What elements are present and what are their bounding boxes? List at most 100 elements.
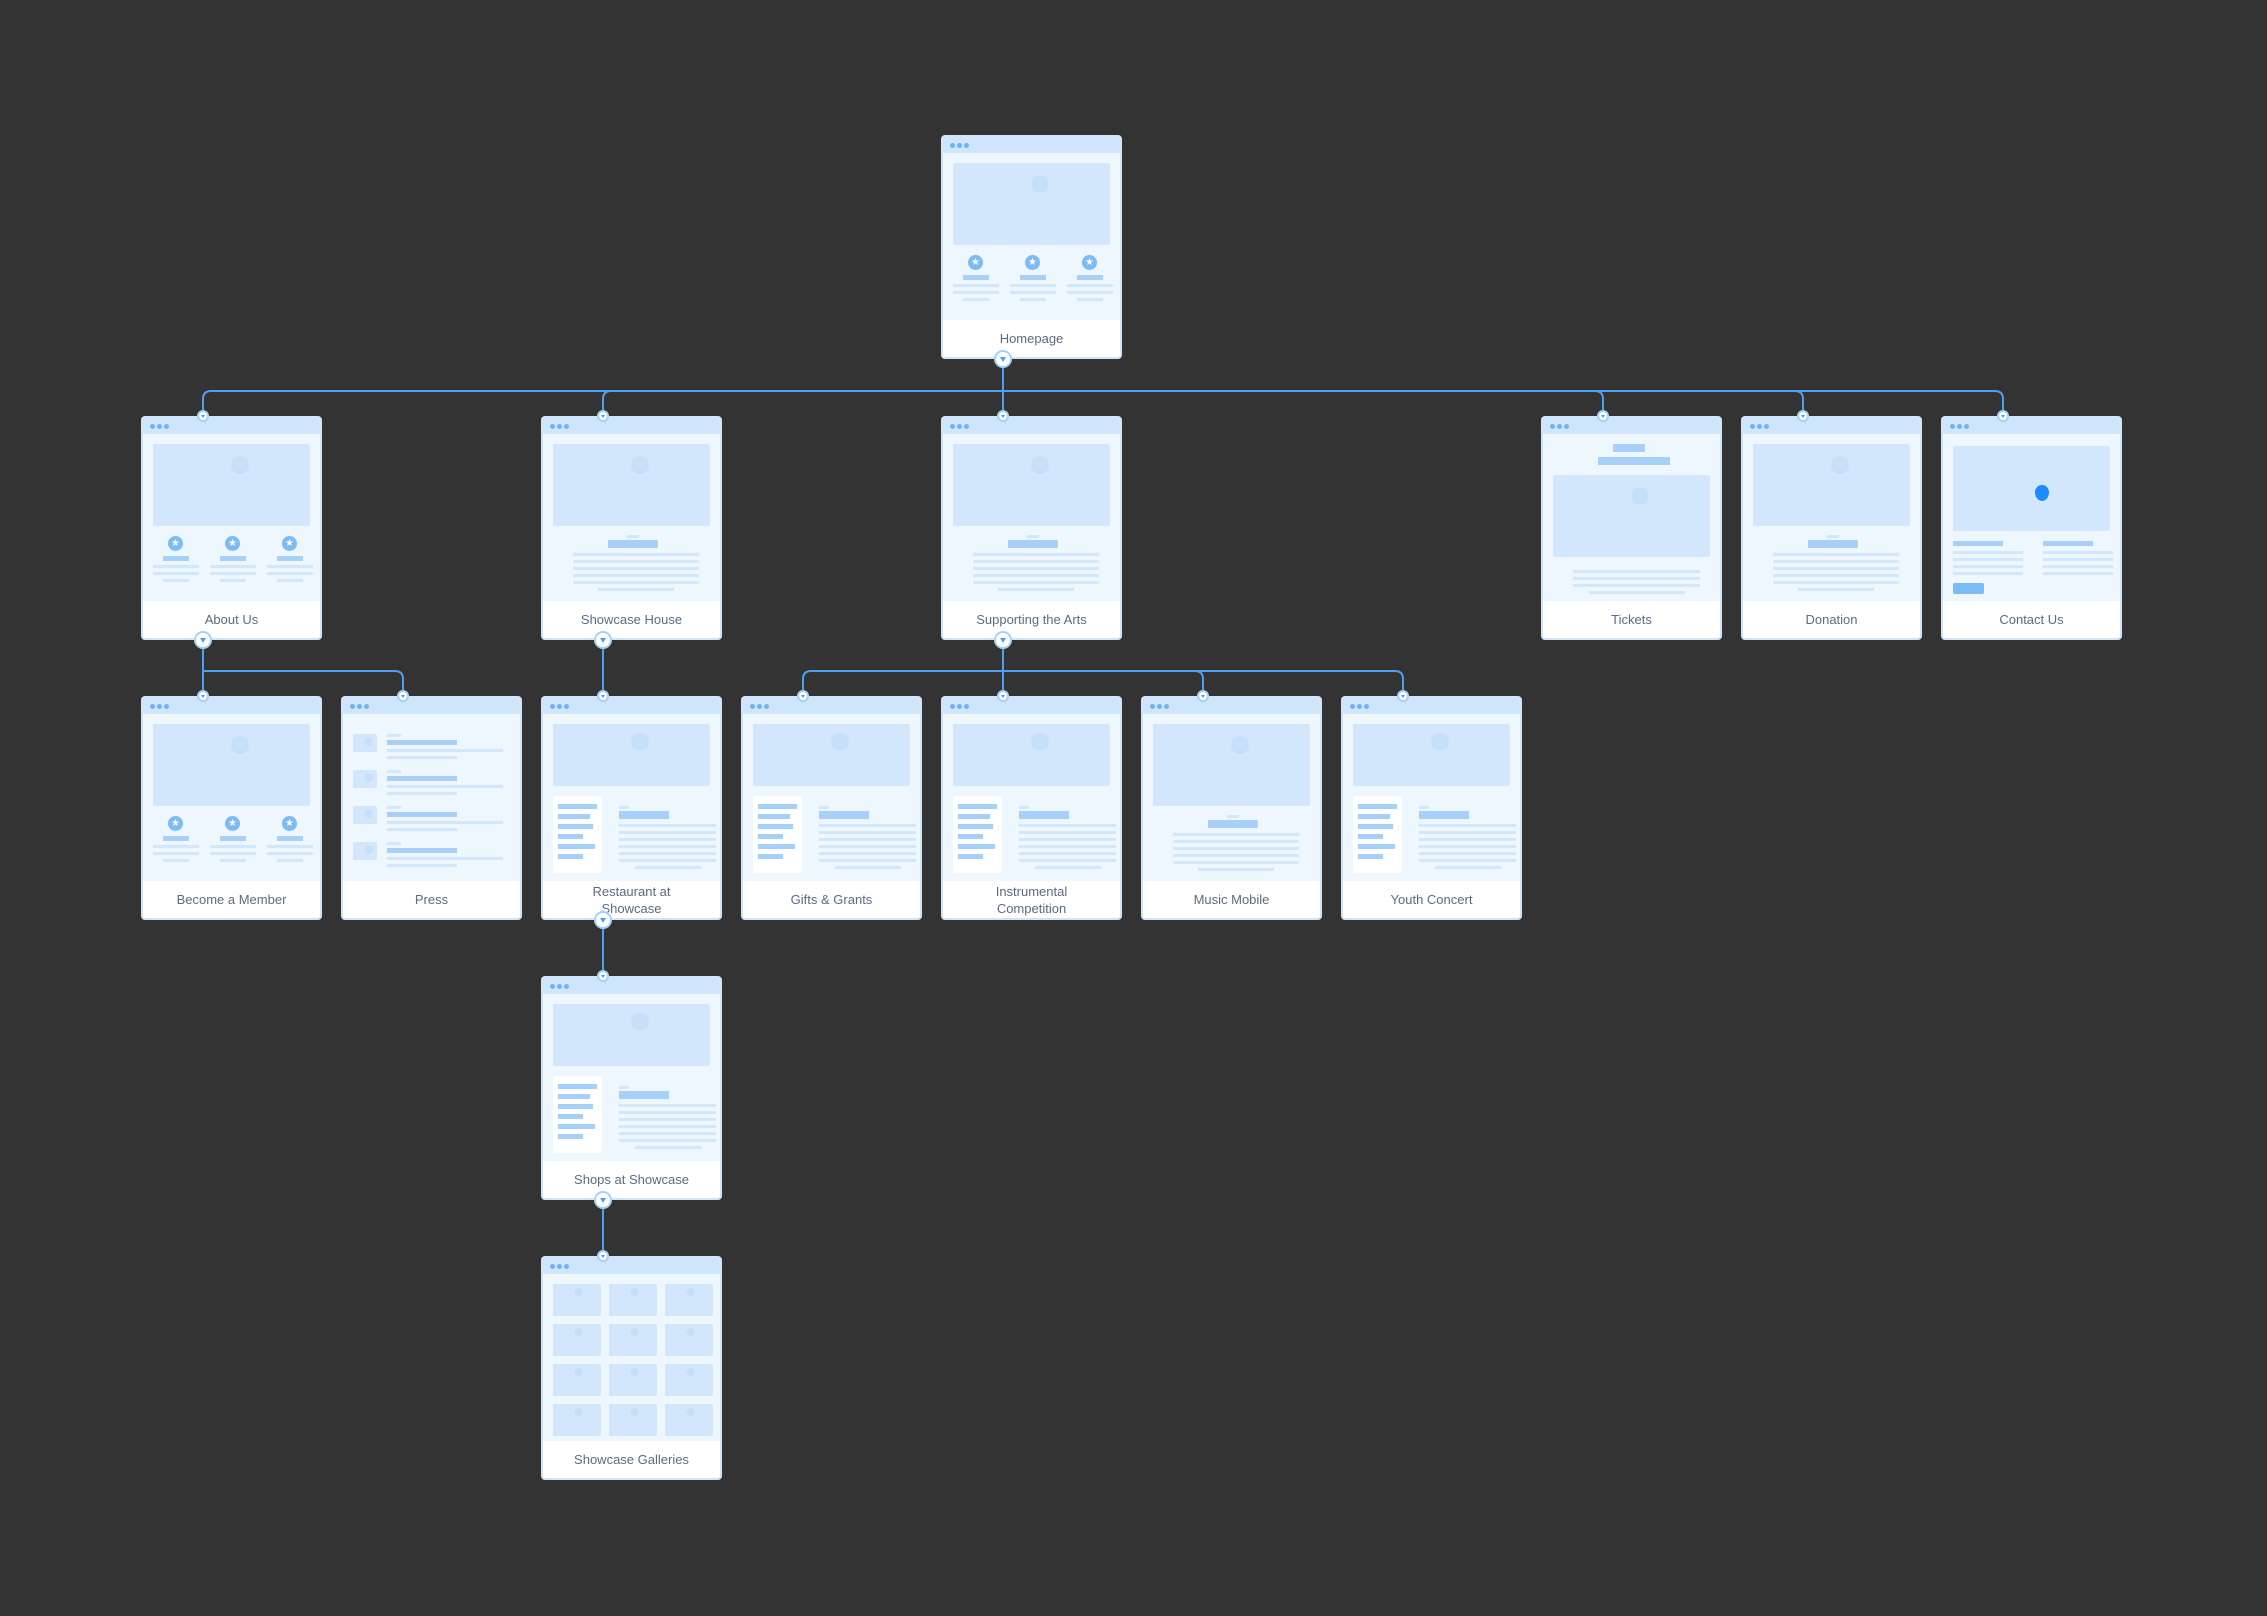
text-line <box>2043 565 2113 568</box>
collapse-toggle-icon[interactable] <box>594 631 612 649</box>
image-icon <box>830 733 849 751</box>
image-placeholder <box>153 444 310 526</box>
text-line <box>598 588 674 591</box>
text-line <box>1773 560 1899 563</box>
text-line <box>267 572 313 575</box>
text-line <box>1434 866 1501 869</box>
image-icon <box>630 1408 639 1417</box>
window-dot-icon <box>157 704 162 709</box>
page-card-youth-concert[interactable]: Youth Concert <box>1341 696 1522 920</box>
image-icon <box>630 1013 649 1031</box>
window-dot-icon <box>964 704 969 709</box>
text-line <box>1077 298 1103 301</box>
text-line <box>1953 572 1995 575</box>
window-dot-icon <box>164 704 169 709</box>
text-line <box>1419 845 1516 848</box>
image-icon <box>364 845 373 854</box>
nav-item <box>558 844 595 849</box>
subtitle <box>1598 457 1670 465</box>
window-dot-icon <box>357 704 362 709</box>
page-label-area: Gifts & Grants <box>743 881 920 918</box>
text-line <box>634 866 701 869</box>
page-card-music-mobile[interactable]: Music Mobile <box>1141 696 1322 920</box>
page-label-area: Showcase Galleries <box>543 1441 720 1478</box>
page-label: Tickets <box>1611 612 1652 627</box>
image-placeholder <box>953 724 1110 786</box>
page-card-showcase-galleries[interactable]: Showcase Galleries <box>541 1256 722 1480</box>
page-card-homepage[interactable]: ★ ★ ★ Homepage <box>941 135 1122 359</box>
window-dot-icon <box>557 424 562 429</box>
map-pin-icon <box>2035 485 2049 501</box>
page-card-supporting-the-arts[interactable]: Supporting the Arts <box>941 416 1122 640</box>
text-line <box>1173 861 1299 864</box>
text-line <box>1773 574 1899 577</box>
page-card-contact-us[interactable]: Contact Us <box>1941 416 2122 640</box>
browser-titlebar <box>143 418 320 434</box>
nav-item <box>958 804 997 809</box>
text-line <box>619 1125 716 1128</box>
window-dot-icon <box>564 424 569 429</box>
page-card-restaurant-at-showcase[interactable]: Restaurant at Showcase <box>541 696 722 920</box>
connector-branch <box>1003 670 1204 696</box>
window-dot-icon <box>557 704 562 709</box>
page-card-shops-at-showcase[interactable]: Shops at Showcase <box>541 976 722 1200</box>
text-line <box>277 579 303 582</box>
page-card-donation[interactable]: Donation <box>1741 416 1922 640</box>
sidebar <box>553 796 602 873</box>
image-placeholder <box>553 724 710 786</box>
collapse-toggle-icon[interactable] <box>994 631 1012 649</box>
collapse-toggle-icon[interactable] <box>594 911 612 929</box>
list-thumbnail <box>353 734 377 752</box>
page-card-gifts-grants[interactable]: Gifts & Grants <box>741 696 922 920</box>
text-line <box>1773 581 1899 584</box>
page-wireframe <box>543 714 720 881</box>
page-card-tickets[interactable]: Tickets <box>1541 416 1722 640</box>
page-label-area: About Us <box>143 601 320 638</box>
list-thumbnail <box>353 770 377 788</box>
input-port-icon <box>197 690 209 702</box>
nav-item <box>1358 834 1383 839</box>
collapse-toggle-icon[interactable] <box>194 631 212 649</box>
gallery-thumbnail <box>553 1284 601 1316</box>
nav-item <box>958 814 990 819</box>
star-icon: ★ <box>1025 255 1040 270</box>
window-dot-icon <box>1364 704 1369 709</box>
page-card-press[interactable]: Press <box>341 696 522 920</box>
star-icon: ★ <box>1082 255 1097 270</box>
text-line <box>973 567 1099 570</box>
input-port-icon <box>997 690 1009 702</box>
image-placeholder <box>953 444 1110 526</box>
collapse-toggle-icon[interactable] <box>994 350 1012 368</box>
page-wireframe: ★ ★ ★ <box>943 153 1120 320</box>
image-icon <box>574 1328 583 1337</box>
browser-titlebar <box>743 698 920 714</box>
heading <box>819 811 869 819</box>
gallery-thumbnail <box>553 1364 601 1396</box>
window-dot-icon <box>1764 424 1769 429</box>
gallery-thumbnail <box>665 1364 713 1396</box>
window-dot-icon <box>764 704 769 709</box>
text-line <box>1419 831 1516 834</box>
text-line <box>1419 824 1516 827</box>
browser-titlebar <box>543 418 720 434</box>
text-line <box>573 581 699 584</box>
image-icon <box>230 736 249 754</box>
page-label-area: Supporting the Arts <box>943 601 1120 638</box>
image-icon <box>630 1368 639 1377</box>
image-icon <box>686 1288 695 1297</box>
image-icon <box>364 809 373 818</box>
list-title <box>387 740 457 745</box>
text-line <box>153 565 199 568</box>
collapse-toggle-icon[interactable] <box>594 1191 612 1209</box>
page-wireframe: ★ ★ ★ <box>143 714 320 881</box>
page-card-showcase-house[interactable]: Showcase House <box>541 416 722 640</box>
page-card-about-us[interactable]: ★ ★ ★ About Us <box>141 416 322 640</box>
page-card-instrumental-competition[interactable]: Instrumental Competition <box>941 696 1122 920</box>
text-line <box>210 565 256 568</box>
image-placeholder <box>1353 724 1510 786</box>
text-line <box>210 845 256 848</box>
window-dot-icon <box>550 704 555 709</box>
page-card-become-a-member[interactable]: ★ ★ ★ Become a Member <box>141 696 322 920</box>
contact-heading <box>1953 541 2003 546</box>
image-placeholder <box>1153 724 1310 806</box>
